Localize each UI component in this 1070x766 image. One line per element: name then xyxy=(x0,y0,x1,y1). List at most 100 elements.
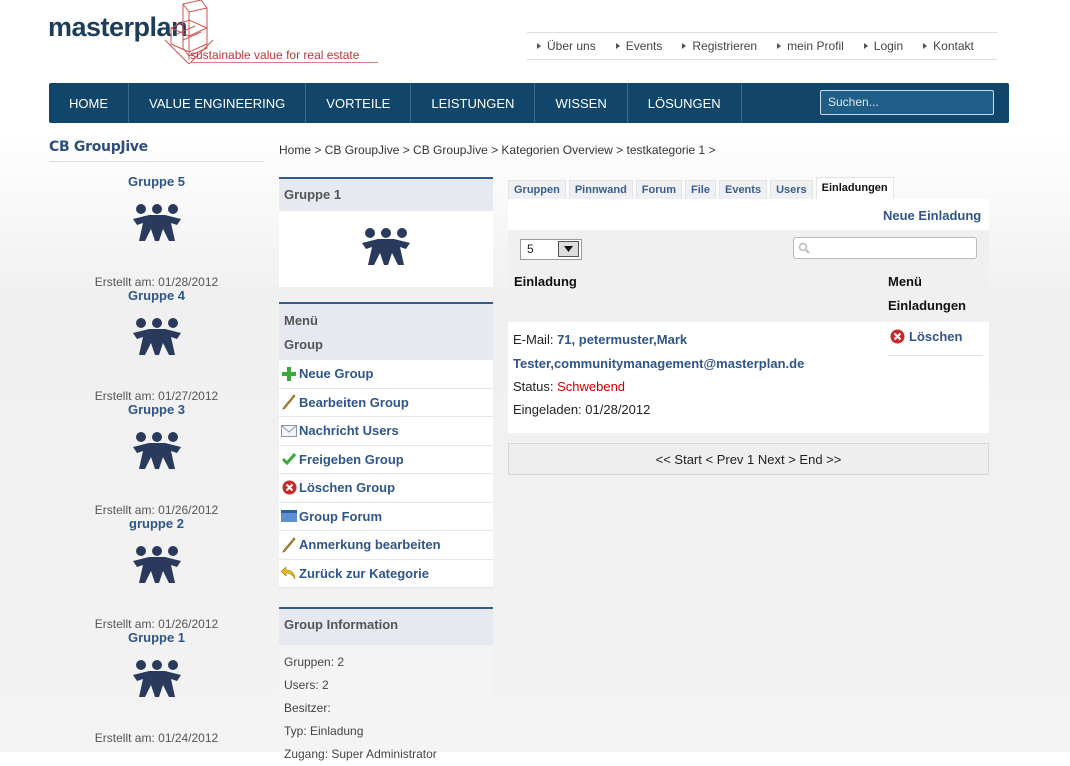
top-link-register[interactable]: Registrieren xyxy=(672,33,767,59)
nav-leistungen[interactable]: LEISTUNGEN xyxy=(411,83,536,123)
pagination[interactable]: << Start < Prev 1 Next > End >> xyxy=(508,443,989,475)
menu-item-edit-group[interactable]: Bearbeiten Group xyxy=(279,389,493,417)
sidebar-divider xyxy=(49,161,264,162)
group-info-body: Gruppen: 2 Users: 2 Besitzer: Typ: Einla… xyxy=(279,645,493,761)
arrow-right-icon xyxy=(777,43,782,49)
group-menu: Neue Group Bearbeiten Group Nachricht Us… xyxy=(279,360,493,588)
col-header-menu: Einladungen xyxy=(888,298,966,313)
menu-item-group-forum[interactable]: Group Forum xyxy=(279,503,493,531)
col-header-invite: Einladung xyxy=(514,274,577,289)
sidebar-group: gruppe 2 Erstellt am: 01/26/2012 xyxy=(49,516,264,631)
invite-status-line: Status: Schwebend xyxy=(513,379,625,394)
arrow-right-icon xyxy=(682,43,687,49)
group-created-date: Erstellt am: 01/26/2012 xyxy=(94,503,219,517)
menu-item-label: Zurück zur Kategorie xyxy=(299,565,430,581)
group-info-title: Group Information xyxy=(279,607,493,645)
invite-email-value[interactable]: Tester,communitymanagement@masterplan.de xyxy=(513,356,804,371)
col-header-menu: Menü xyxy=(888,274,922,289)
menu-item-message-users[interactable]: Nachricht Users xyxy=(279,417,493,446)
forum-icon xyxy=(279,508,299,524)
menu-item-publish-group[interactable]: Freigeben Group xyxy=(279,446,493,474)
checkmark-icon xyxy=(279,451,299,467)
menu-item-label: Neue Group xyxy=(299,366,374,382)
tab-file[interactable]: File xyxy=(685,180,716,199)
breadcrumb[interactable]: Home > CB GroupJive > CB GroupJive > Kat… xyxy=(279,143,716,157)
search-icon xyxy=(798,242,810,254)
group-link[interactable]: gruppe 2 xyxy=(49,516,264,531)
top-link-about[interactable]: Über uns xyxy=(527,33,606,59)
tab-pinnwand[interactable]: Pinnwand xyxy=(568,180,633,199)
pencil-icon xyxy=(279,394,299,411)
tab-events[interactable]: Events xyxy=(718,180,768,199)
top-link-events[interactable]: Events xyxy=(606,33,673,59)
new-invite-link[interactable]: Neue Einladung xyxy=(883,208,981,223)
menu-item-label: Nachricht Users xyxy=(299,423,399,439)
group-people-icon[interactable] xyxy=(131,431,183,471)
group-link[interactable]: Gruppe 1 xyxy=(49,630,264,645)
sidebar-group: Gruppe 3 Erstellt am: 01/26/2012 xyxy=(49,402,264,517)
top-link-contact[interactable]: Kontakt xyxy=(913,33,984,59)
group-people-icon[interactable] xyxy=(131,203,183,243)
delete-label: Löschen xyxy=(909,329,963,344)
top-link-label: Über uns xyxy=(547,39,596,53)
menu-item-edit-note[interactable]: Anmerkung bearbeiten xyxy=(279,531,493,560)
nav-value-engineering[interactable]: VALUE ENGINEERING xyxy=(129,83,307,123)
delete-invite-button[interactable]: Löschen xyxy=(890,329,962,344)
nav-home[interactable]: HOME xyxy=(49,83,129,123)
tab-forum[interactable]: Forum xyxy=(635,180,683,199)
menu-item-delete-group[interactable]: Löschen Group xyxy=(279,474,493,503)
delete-icon xyxy=(890,329,905,344)
invite-email-value[interactable]: 71, petermuster,Mark xyxy=(557,332,687,347)
logo-tagline: sustainable value for real estate xyxy=(190,48,360,62)
top-link-login[interactable]: Login xyxy=(854,33,913,59)
menu-item-label: Bearbeiten Group xyxy=(299,394,409,410)
menu-title-line: Group xyxy=(284,337,323,352)
menu-item-new-group[interactable]: Neue Group xyxy=(279,360,493,389)
group-created-date: Erstellt am: 01/26/2012 xyxy=(94,617,219,631)
group-link[interactable]: Gruppe 4 xyxy=(49,288,264,303)
group-link[interactable]: Gruppe 3 xyxy=(49,402,264,417)
invite-email-line: E-Mail: 71, petermuster,Mark xyxy=(513,332,687,347)
arrow-right-icon xyxy=(615,43,620,49)
tab-bar: Gruppen Pinnwand Forum File Events Users… xyxy=(508,177,897,199)
tab-einladungen[interactable]: Einladungen xyxy=(815,177,894,199)
envelope-icon xyxy=(279,423,299,439)
top-link-label: mein Profil xyxy=(787,39,844,53)
nav-wissen[interactable]: WISSEN xyxy=(535,83,628,123)
info-line: Users: 2 xyxy=(284,678,329,692)
tab-gruppen[interactable]: Gruppen xyxy=(508,180,566,199)
delete-icon xyxy=(279,480,299,496)
group-created-date: Erstellt am: 01/27/2012 xyxy=(94,389,219,403)
info-line: Zugang: Super Administrator xyxy=(284,747,437,761)
arrow-right-icon xyxy=(537,43,541,49)
filter-search-input[interactable] xyxy=(793,237,977,259)
invite-email-line: Tester,communitymanagement@masterplan.de xyxy=(513,356,804,371)
group-people-icon xyxy=(362,228,410,265)
arrow-right-icon xyxy=(923,43,928,49)
divider xyxy=(888,355,983,356)
group-created-date: Erstellt am: 01/24/2012 xyxy=(94,731,219,745)
invite-date: Eingeladen: 01/28/2012 xyxy=(513,402,651,417)
menu-panel-title: Menü Group xyxy=(279,302,493,360)
group-people-icon[interactable] xyxy=(131,317,183,357)
tab-users[interactable]: Users xyxy=(770,180,813,199)
back-arrow-icon xyxy=(279,565,299,581)
nav-loesungen[interactable]: LÖSUNGEN xyxy=(628,83,742,123)
menu-item-label: Freigeben Group xyxy=(299,451,404,467)
top-link-label: Events xyxy=(625,39,663,53)
nav-vorteile[interactable]: VORTEILE xyxy=(306,83,412,123)
sidebar-title: CB GroupJive xyxy=(49,139,148,155)
sidebar-group: Gruppe 1 Erstellt am: 01/24/2012 xyxy=(49,630,264,745)
tagline-underline xyxy=(190,62,378,63)
top-nav: Über uns Events Registrieren mein Profil… xyxy=(527,32,997,60)
group-people-icon[interactable] xyxy=(131,659,183,699)
chevron-down-icon[interactable] xyxy=(558,241,579,257)
menu-item-back-to-category[interactable]: Zurück zur Kategorie xyxy=(279,560,493,588)
group-link[interactable]: Gruppe 5 xyxy=(49,174,264,189)
menu-title-line: Menü xyxy=(284,313,318,328)
search-input[interactable]: Suchen... xyxy=(820,90,994,115)
top-link-label: Login xyxy=(873,39,904,53)
top-link-profile[interactable]: mein Profil xyxy=(767,33,854,59)
group-people-icon[interactable] xyxy=(131,545,183,585)
menu-item-label: Löschen Group xyxy=(299,480,396,496)
